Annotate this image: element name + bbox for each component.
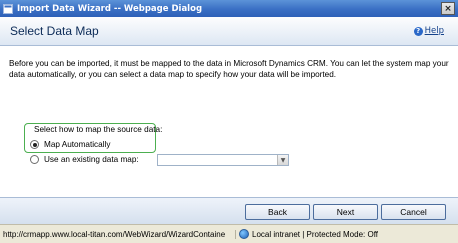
wizard-content: Before you can be imported, it must be m… — [0, 47, 458, 197]
status-bar: http://crmapp.www.local-titan.com/WebWiz… — [0, 224, 458, 243]
back-button[interactable]: Back — [245, 204, 310, 220]
window-titlebar: Import Data Wizard -- Webpage Dialog × — [0, 0, 458, 17]
webpage-dialog-icon — [3, 3, 13, 14]
cancel-button-label: Cancel — [400, 207, 427, 217]
close-window-button[interactable]: × — [441, 2, 455, 15]
map-prompt-label: Select how to map the source data: — [34, 125, 163, 134]
globe-icon — [239, 229, 249, 239]
cancel-button[interactable]: Cancel — [381, 204, 446, 220]
back-button-label: Back — [268, 207, 287, 217]
next-button-label: Next — [336, 207, 355, 217]
option-map-automatically[interactable]: Map Automatically — [30, 140, 110, 149]
existing-data-map-radio[interactable] — [30, 155, 39, 164]
map-automatically-radio[interactable] — [30, 140, 39, 149]
existing-data-map-label: Use an existing data map: — [44, 155, 139, 164]
intro-text: Before you can be imported, it must be m… — [9, 59, 449, 79]
status-url: http://crmapp.www.local-titan.com/WebWiz… — [0, 229, 236, 239]
wizard-header: Select Data Map ? Help — [0, 17, 458, 46]
zone-label: Local intranet | Protected Mode: Off — [252, 229, 378, 239]
chevron-down-icon[interactable]: ▼ — [277, 155, 288, 165]
help-link[interactable]: ? Help — [413, 26, 444, 36]
window-title: Import Data Wizard -- Webpage Dialog — [17, 3, 203, 14]
close-icon: × — [444, 3, 452, 14]
help-icon: ? — [413, 26, 423, 36]
help-label: Help — [424, 26, 444, 36]
wizard-footer: Back Next Cancel — [0, 197, 458, 224]
next-button[interactable]: Next — [313, 204, 378, 220]
data-map-select[interactable]: ▼ — [157, 154, 289, 166]
map-automatically-label: Map Automatically — [44, 140, 111, 149]
option-existing-data-map[interactable]: Use an existing data map: — [30, 155, 139, 164]
security-zone: Local intranet | Protected Mode: Off — [236, 229, 378, 239]
page-title: Select Data Map — [10, 24, 99, 38]
